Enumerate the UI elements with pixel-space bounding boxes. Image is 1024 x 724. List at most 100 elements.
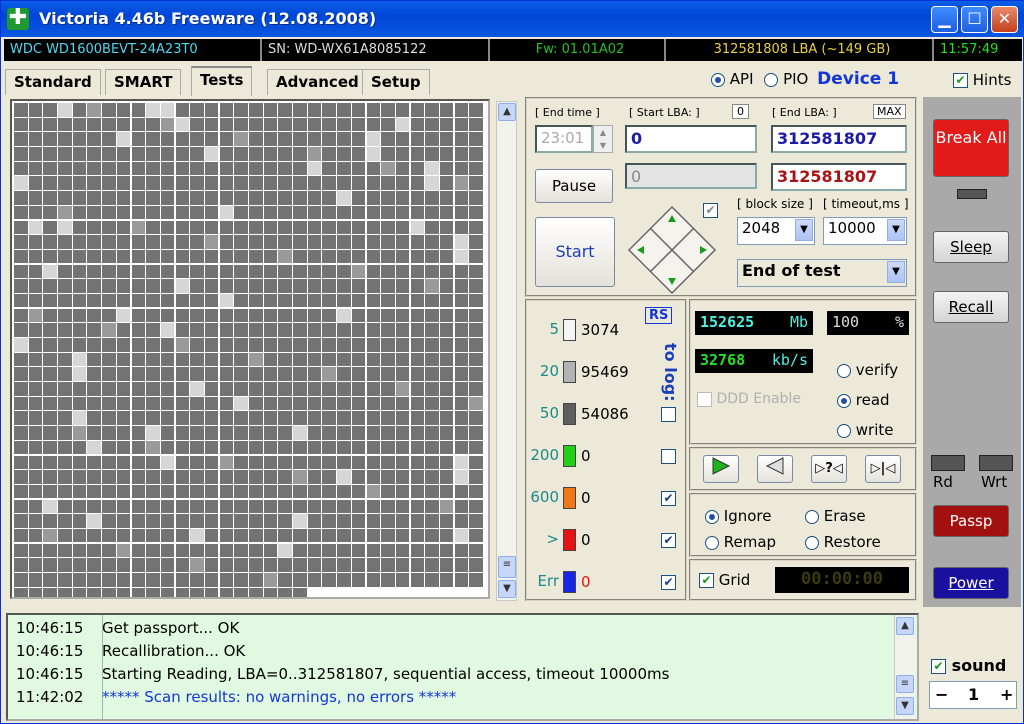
minimize-button[interactable]: ▁ — [931, 6, 958, 33]
plus-icon[interactable]: + — [1000, 685, 1013, 704]
scan-block — [219, 396, 234, 411]
scroll-up-icon[interactable]: ▲ — [896, 617, 914, 635]
break-all-button[interactable]: Break All — [933, 119, 1009, 177]
log-entry[interactable]: 10:46:15 Recallibration... OK — [16, 642, 245, 660]
write-radio[interactable] — [837, 423, 851, 438]
scan-block — [58, 411, 72, 425]
scan-block — [455, 588, 469, 597]
restore-radio[interactable] — [805, 535, 819, 550]
device-label[interactable]: Device 1 — [817, 69, 899, 89]
log-timing-checkbox[interactable]: ✔ — [661, 491, 676, 506]
log-scrollbar[interactable]: ▲ ≡ ▼ — [894, 615, 915, 719]
end-lba-max-button[interactable]: MAX — [873, 104, 906, 119]
start-lba-zero-button[interactable]: 0 — [732, 104, 749, 119]
timing-threshold: Err — [537, 572, 559, 590]
ddd-enable-toggle[interactable]: DDD Enable — [697, 391, 801, 407]
play-icon[interactable] — [703, 455, 739, 483]
sleep-button[interactable]: Sleep — [933, 231, 1009, 263]
erase-radio[interactable] — [805, 509, 819, 524]
verify-option[interactable]: verify — [837, 355, 898, 385]
end-lba-input[interactable]: 312581807 — [771, 125, 907, 153]
scroll-up-icon[interactable]: ▲ — [498, 103, 516, 121]
scan-block — [58, 455, 72, 469]
pause-button[interactable]: Pause — [535, 169, 613, 203]
restore-option[interactable]: Restore — [805, 529, 881, 555]
scan-block — [322, 367, 336, 381]
tab-smart[interactable]: SMART — [105, 69, 182, 95]
map-scrollbar[interactable]: ▲ ≡ ▼ — [496, 101, 517, 601]
recall-button[interactable]: Recall — [933, 291, 1009, 323]
erase-option[interactable]: Erase — [805, 503, 881, 529]
sound-toggle[interactable]: ✔ sound — [931, 656, 1006, 675]
grid-checkbox[interactable]: ✔ — [699, 573, 714, 588]
maximize-button[interactable]: ☐ — [961, 6, 988, 33]
tab-setup[interactable]: Setup — [362, 69, 430, 95]
scroll-down-icon[interactable]: ▼ — [896, 697, 914, 715]
log-entry[interactable]: 11:42:02 ***** Scan results: no warnings,… — [16, 688, 456, 706]
ddd-checkbox[interactable] — [697, 391, 712, 407]
write-option[interactable]: write — [837, 415, 898, 445]
end-lba-field-2[interactable]: 312581807 — [771, 163, 907, 191]
mb-unit: Mb — [789, 313, 808, 331]
scan-block — [131, 382, 145, 396]
tab-advanced[interactable]: Advanced — [267, 69, 368, 95]
verify-radio[interactable] — [837, 363, 851, 378]
scan-block — [160, 382, 175, 396]
api-radio[interactable] — [711, 72, 725, 87]
read-radio[interactable] — [837, 393, 851, 408]
sound-stepper[interactable]: − 1 + — [929, 681, 1017, 709]
scan-block — [249, 484, 263, 499]
scan-block — [249, 176, 263, 190]
ignore-radio[interactable] — [705, 509, 719, 524]
scan-block — [293, 440, 307, 455]
minus-icon[interactable]: − — [935, 685, 948, 704]
scan-block — [175, 396, 190, 411]
grid-toggle[interactable]: ✔ Grid — [699, 571, 750, 589]
tab-tests[interactable]: Tests — [191, 66, 253, 96]
passp-button[interactable]: Passp — [933, 505, 1009, 537]
scan-block — [14, 191, 28, 205]
chevron-down-icon[interactable]: ▼ — [887, 219, 905, 241]
scan-block — [381, 484, 395, 499]
block-size-select[interactable]: 2048 ▼ — [737, 217, 815, 245]
end-time-spinner[interactable]: ▲ ▼ — [593, 125, 613, 153]
scan-block — [102, 484, 116, 499]
scan-block — [454, 543, 469, 558]
end-action-select[interactable]: End of test ▼ — [737, 259, 907, 287]
sound-checkbox[interactable]: ✔ — [931, 659, 946, 674]
scroll-down-icon[interactable]: ▼ — [498, 580, 516, 598]
log-timing-checkbox[interactable]: ✔ — [661, 575, 676, 590]
reverse-icon[interactable] — [757, 455, 793, 483]
random-seek-icon[interactable]: ▷?◁ — [811, 455, 847, 483]
dpad-checkbox[interactable]: ✔ — [703, 203, 718, 218]
chevron-down-icon[interactable]: ▼ — [887, 261, 905, 283]
power-button[interactable]: Power — [933, 567, 1009, 599]
remap-option[interactable]: Remap — [705, 529, 776, 555]
log-timing-checkbox[interactable] — [661, 407, 676, 422]
title-bar[interactable]: ✚ Victoria 4.46b Freeware (12.08.2008) ▁… — [1, 1, 1024, 37]
scan-block — [293, 396, 307, 411]
start-button[interactable]: Start — [535, 217, 615, 287]
chevron-down-icon[interactable]: ▼ — [795, 219, 813, 241]
log-timing-checkbox[interactable] — [661, 449, 676, 464]
remap-radio[interactable] — [705, 535, 719, 550]
log-entry[interactable]: 10:46:15 Get passport... OK — [16, 619, 239, 637]
log-timing-checkbox[interactable]: ✔ — [661, 533, 676, 548]
close-button[interactable]: ✕ — [991, 6, 1018, 33]
scan-block — [469, 147, 483, 161]
scan-block — [234, 161, 248, 176]
log-entry[interactable]: 10:46:15 Starting Reading, LBA=0..3125818… — [16, 665, 669, 683]
scroll-thumb[interactable]: ≡ — [498, 556, 516, 578]
tab-standard[interactable]: Standard — [5, 69, 101, 95]
hints-toggle[interactable]: ✔ Hints — [953, 71, 1011, 89]
butterfly-icon[interactable]: ▷|◁ — [865, 455, 901, 483]
read-option[interactable]: read — [837, 385, 898, 415]
ignore-option[interactable]: Ignore — [705, 503, 776, 529]
start-lba-input[interactable]: 0 — [625, 125, 757, 153]
pio-radio[interactable] — [764, 72, 779, 87]
hints-checkbox[interactable]: ✔ — [953, 73, 968, 88]
timeout-select[interactable]: 10000 ▼ — [823, 217, 907, 245]
scroll-thumb[interactable]: ≡ — [896, 675, 914, 693]
scan-block — [43, 499, 57, 514]
end-time-input[interactable]: 23:01 — [535, 125, 593, 153]
